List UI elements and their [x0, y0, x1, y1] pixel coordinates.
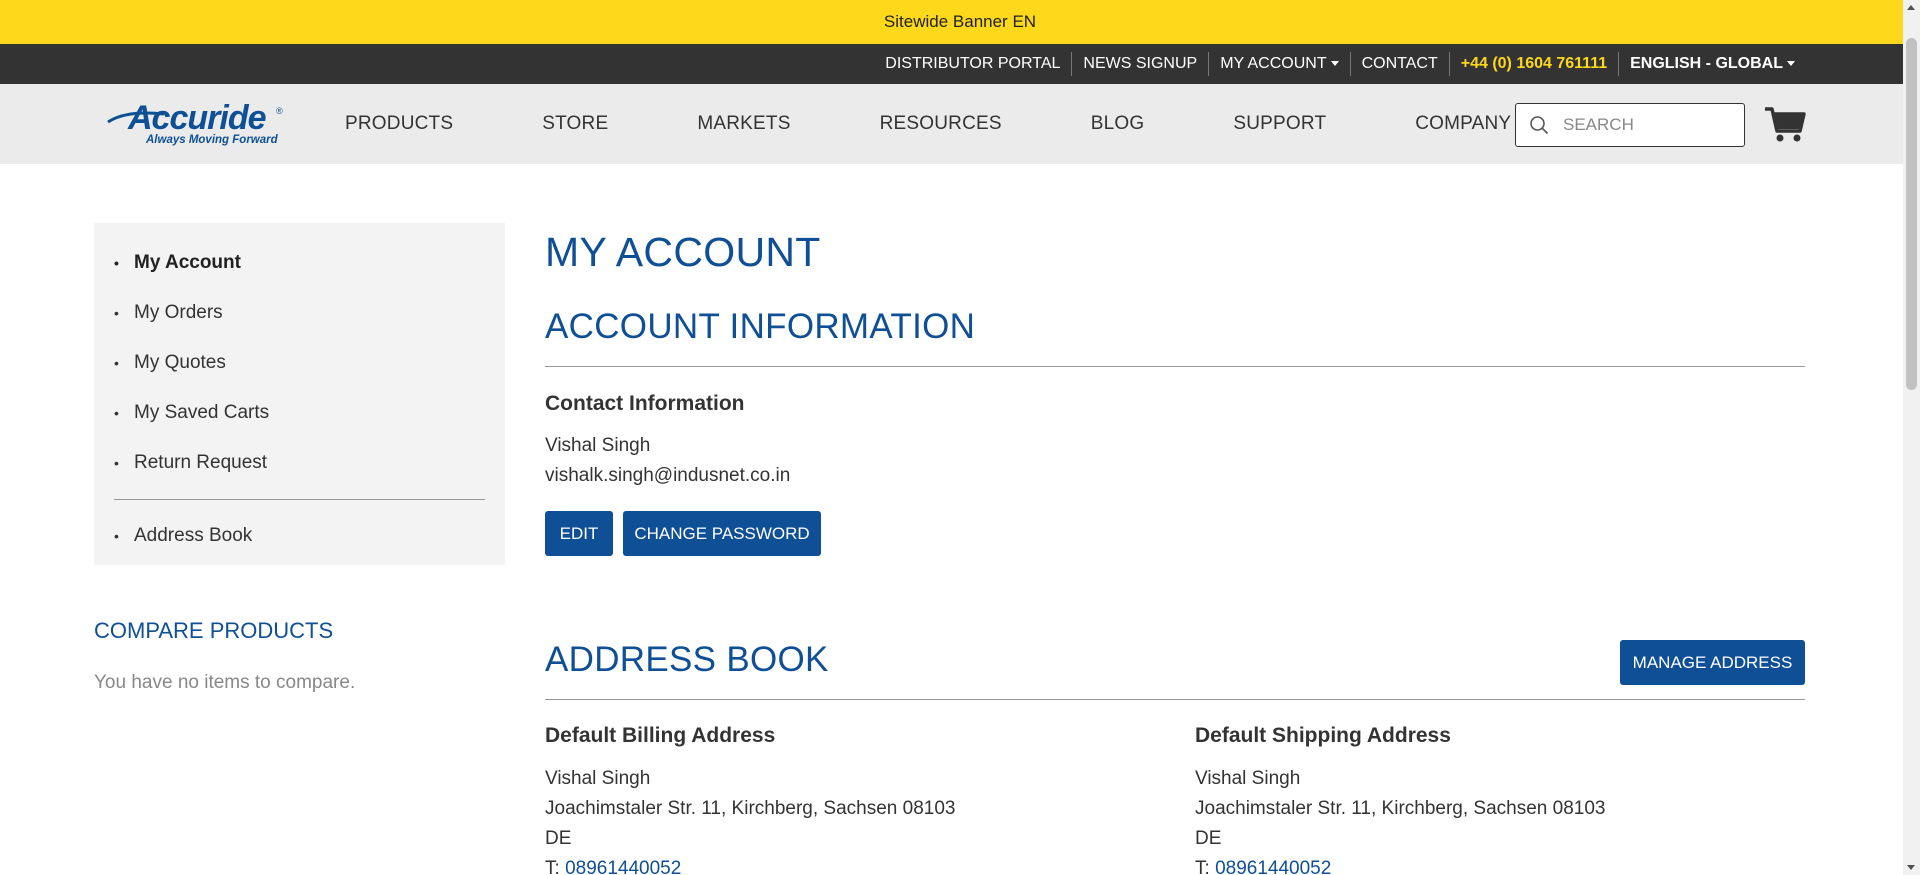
top-utility-bar: DISTRIBUTOR PORTAL NEWS SIGNUP MY ACCOUN… [0, 44, 1920, 84]
sidebar-item-address-book[interactable]: Address Book [114, 520, 485, 570]
contact-name: Vishal Singh [545, 435, 651, 456]
nav-resources[interactable]: RESOURCES [880, 113, 1002, 135]
primary-nav: PRODUCTS STORE MARKETS RESOURCES BLOG SU… [345, 84, 1600, 164]
billing-phone-link[interactable]: 08961440052 [565, 858, 681, 875]
nav-markets[interactable]: MARKETS [697, 113, 790, 135]
shipping-street: Joachimstaler Str. 11, Kirchberg, Sachse… [1195, 798, 1606, 819]
page-scrollbar[interactable] [1903, 0, 1920, 875]
shipping-address-heading: Default Shipping Address [1195, 724, 1451, 747]
nav-blog[interactable]: BLOG [1091, 113, 1145, 135]
billing-phone-row: T: 08961440052 [545, 858, 681, 875]
caret-down-icon [1787, 61, 1795, 67]
sidebar-item-my-account[interactable]: My Account [114, 247, 485, 297]
manage-address-button[interactable]: MANAGE ADDRESS [1620, 640, 1805, 685]
main-header: Accuride ® Always Moving Forward PRODUCT… [0, 84, 1920, 164]
sidebar-item-return-request[interactable]: Return Request [114, 447, 485, 497]
section-divider [545, 366, 1805, 367]
search-input[interactable] [1563, 115, 1733, 135]
billing-phone-prefix: T: [545, 858, 566, 875]
nav-company[interactable]: COMPANY [1415, 113, 1511, 135]
contact-email: vishalk.singh@indusnet.co.in [545, 465, 791, 486]
search-icon[interactable] [1529, 115, 1549, 135]
logo-wordmark: Accuride [128, 99, 266, 137]
caret-down-icon [1330, 61, 1339, 67]
registered-mark: ® [276, 106, 283, 116]
sidebar-item-my-quotes[interactable]: My Quotes [114, 347, 485, 397]
compare-empty-text: You have no items to compare. [94, 672, 356, 693]
billing-address-heading: Default Billing Address [545, 724, 776, 747]
section-divider [545, 699, 1805, 700]
contact-information-heading: Contact Information [545, 392, 745, 415]
accuride-logo[interactable]: Accuride ® Always Moving Forward [106, 100, 292, 150]
billing-country: DE [545, 828, 572, 849]
address-book-title: ADDRESS BOOK [545, 640, 829, 679]
scroll-down-icon[interactable] [1907, 865, 1915, 870]
news-signup-link[interactable]: NEWS SIGNUP [1071, 52, 1208, 76]
shipping-phone-row: T: 08961440052 [1195, 858, 1331, 875]
contact-link[interactable]: CONTACT [1349, 52, 1449, 76]
account-information-title: ACCOUNT INFORMATION [545, 307, 976, 346]
sidebar-item-my-saved-carts[interactable]: My Saved Carts [114, 397, 485, 447]
shopping-cart-icon[interactable] [1764, 104, 1806, 144]
logo-tagline: Always Moving Forward [146, 134, 278, 146]
page-title: MY ACCOUNT [545, 229, 821, 275]
sidebar-item-my-orders[interactable]: My Orders [114, 297, 485, 347]
nav-store[interactable]: STORE [542, 113, 608, 135]
shipping-phone-prefix: T: [1195, 858, 1216, 875]
my-account-dropdown[interactable]: MY ACCOUNT [1208, 52, 1349, 76]
shipping-phone-link[interactable]: 08961440052 [1215, 858, 1331, 875]
account-nav-list-secondary: Address Book [114, 520, 485, 570]
change-password-button[interactable]: CHANGE PASSWORD [623, 511, 821, 556]
phone-link[interactable]: +44 (0) 1604 761111 [1448, 52, 1618, 76]
nav-support[interactable]: SUPPORT [1233, 113, 1326, 135]
shipping-name: Vishal Singh [1195, 768, 1301, 789]
scroll-up-icon[interactable] [1907, 5, 1915, 10]
shipping-country: DE [1195, 828, 1222, 849]
scrollbar-thumb[interactable] [1906, 38, 1917, 390]
my-account-label: MY ACCOUNT [1220, 55, 1327, 72]
banner-text: Sitewide Banner EN [883, 12, 1037, 31]
sidebar-divider [114, 499, 485, 500]
edit-button[interactable]: EDIT [545, 511, 613, 556]
distributor-portal-link[interactable]: DISTRIBUTOR PORTAL [874, 52, 1071, 76]
account-sidebar: My Account My Orders My Quotes My Saved … [94, 223, 505, 565]
billing-street: Joachimstaler Str. 11, Kirchberg, Sachse… [545, 798, 956, 819]
billing-name: Vishal Singh [545, 768, 651, 789]
nav-products[interactable]: PRODUCTS [345, 113, 453, 135]
sitewide-banner: Sitewide Banner EN [0, 0, 1920, 44]
compare-products-title: COMPARE PRODUCTS [94, 618, 334, 643]
language-label: ENGLISH - GLOBAL [1630, 55, 1783, 72]
language-selector[interactable]: ENGLISH - GLOBAL [1618, 52, 1806, 76]
search-box[interactable] [1515, 103, 1745, 147]
account-nav-list: My Account My Orders My Quotes My Saved … [114, 247, 485, 497]
